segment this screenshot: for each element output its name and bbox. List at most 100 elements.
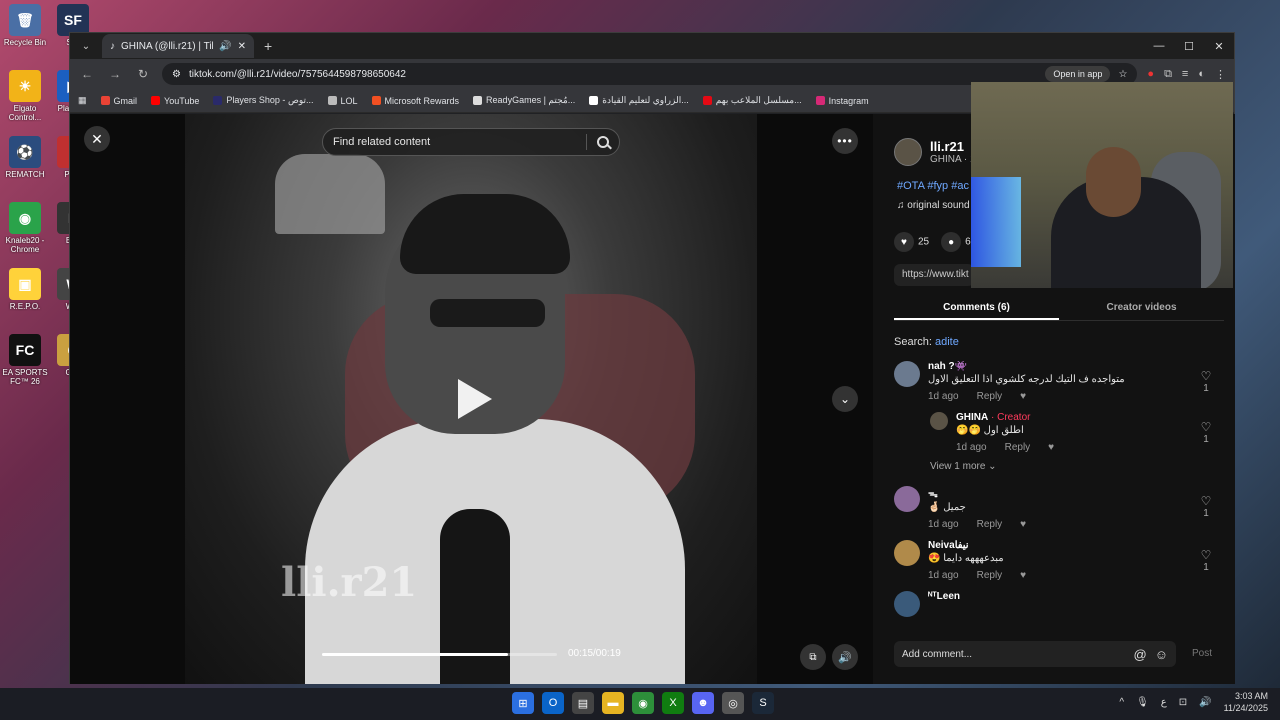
bookmark-item[interactable]: Gmail (100, 96, 137, 106)
tray-chevron-icon[interactable]: ^ (1119, 697, 1124, 708)
desktop-icon-label: R.E.P.O. (9, 302, 41, 311)
desktop-icon[interactable]: 🗑 Recycle Bin (0, 4, 50, 66)
commenter-name[interactable]: ᴺᵀLeen (928, 591, 1219, 602)
speaker-icon[interactable]: 🔊 (1199, 697, 1211, 708)
forward-icon[interactable]: → (106, 67, 124, 81)
microphone-icon[interactable]: 🎙 (1136, 697, 1149, 708)
site-info-icon[interactable]: ⚙ (172, 69, 181, 80)
reply-button[interactable]: Reply (977, 391, 1003, 402)
author-avatar[interactable] (894, 138, 922, 166)
commenter-avatar[interactable] (930, 412, 948, 430)
profile-icon[interactable]: ◐ (1198, 68, 1205, 81)
creator-liked-icon: ♥ (1020, 519, 1027, 530)
bookmark-favicon-icon (702, 96, 712, 105)
hashtags[interactable]: #OTA #fyp #ac (897, 180, 969, 192)
commenter-avatar[interactable] (894, 591, 920, 617)
bookmark-item[interactable]: مسلسل الملاعب بهم... (702, 95, 802, 106)
minimize-icon[interactable]: — (1144, 40, 1174, 53)
add-comment-input[interactable]: Add comment... @ ☺ (894, 641, 1176, 667)
desktop-icon[interactable]: ☀ Elgato Control... (0, 70, 50, 132)
language-indicator[interactable]: ع (1161, 697, 1167, 708)
media-icon[interactable]: ≡ (1182, 68, 1188, 81)
tab-search-icon[interactable]: ⌄ (76, 36, 96, 56)
discord-icon[interactable]: ☻ (692, 692, 714, 714)
extensions-icon[interactable]: ⧉ (1164, 68, 1172, 81)
commenter-name[interactable]: ᯓ (928, 486, 1219, 500)
bookmark-item[interactable]: YouTube (151, 96, 199, 106)
menu-icon[interactable]: ⋮ (1215, 68, 1226, 81)
commenter-avatar[interactable] (894, 361, 920, 387)
mention-icon[interactable]: @ (1134, 647, 1147, 662)
author-info[interactable]: lli.r21 GHINA · 1 (894, 138, 976, 166)
file-explorer-icon[interactable]: ▬ (602, 692, 624, 714)
open-in-app-button[interactable]: Open in app (1045, 66, 1111, 82)
play-icon[interactable] (458, 379, 492, 419)
xbox-icon[interactable]: X (662, 692, 684, 714)
bookmark-item[interactable]: Players Shop - توص... (213, 95, 314, 106)
find-related-search[interactable]: Find related content (322, 128, 620, 156)
bookmark-star-icon[interactable]: ☆ (1118, 69, 1127, 80)
bookmark-label: LOL (340, 95, 358, 106)
bookmark-item[interactable]: Instagram (815, 95, 869, 106)
post-button[interactable]: Post (1192, 648, 1212, 659)
close-tab-icon[interactable]: ✕ (238, 41, 246, 52)
reply-button[interactable]: Reply (977, 519, 1003, 530)
bookmark-item[interactable]: الزراوي لتعليم القيادة... (589, 95, 689, 106)
view-more-replies[interactable]: View 1 more ⌄ (930, 461, 1219, 472)
comment-search-hint[interactable]: Search: adite (894, 336, 959, 348)
video-progress-bar[interactable] (322, 653, 557, 656)
back-icon[interactable]: ← (78, 67, 96, 81)
bookmark-item[interactable]: LOL (327, 95, 358, 106)
comment-like[interactable]: ♡ 1 (1197, 369, 1215, 394)
reload-icon[interactable]: ↻ (134, 67, 152, 81)
comment-stat[interactable]: ● 6 (941, 232, 971, 252)
bookmark-label: Instagram (828, 95, 869, 106)
picture-in-picture-icon[interactable]: ⧉ (800, 644, 826, 670)
chrome-icon[interactable]: ◉ (632, 692, 654, 714)
commenter-name[interactable]: nah ?‏‏👾 (928, 361, 1219, 372)
clock[interactable]: 3:03 AM 11/24/2025 (1224, 690, 1268, 714)
close-window-icon[interactable]: ✕ (1204, 40, 1234, 53)
emoji-icon[interactable]: ☺ (1155, 647, 1168, 662)
search-icon[interactable] (597, 136, 609, 148)
desktop-icon[interactable]: ◉ Knaleb20 - Chrome (0, 202, 50, 264)
desktop-icon-label: EA SPORTS FC™ 26 (2, 368, 48, 386)
reply-button[interactable]: Reply (977, 570, 1003, 581)
desktop-icon[interactable]: ⚽ REMATCH (0, 136, 50, 198)
commenter-name[interactable]: GHINA · Creator (956, 412, 1219, 423)
apps-grid-icon[interactable]: ▦ (78, 95, 87, 106)
outlook-icon[interactable]: O (542, 692, 564, 714)
desktop-icon[interactable]: ▣ R.E.P.O. (0, 268, 50, 330)
bookmark-item[interactable]: ReadyGames | مُجتم... (473, 95, 575, 106)
next-video-chevron-icon[interactable]: ⌄ (832, 386, 858, 412)
video-watermark: lli.r21 (281, 559, 418, 606)
network-icon[interactable]: ⊡ (1179, 697, 1187, 708)
volume-icon[interactable]: 🔊 (832, 644, 858, 670)
copy-link-field[interactable]: https://www.tikt (894, 264, 974, 286)
commenter-avatar[interactable] (894, 540, 920, 566)
desktop-icon[interactable]: FC EA SPORTS FC™ 26 (0, 334, 50, 396)
sound-link[interactable]: ♫ original sound (897, 200, 970, 211)
comment-like[interactable]: ♡ 1 (1197, 420, 1215, 445)
close-video-button[interactable]: ✕ (84, 126, 110, 152)
extension-red-icon[interactable]: ● (1147, 68, 1154, 81)
comment-like[interactable]: ♡ 1 (1197, 494, 1215, 519)
steam-icon[interactable]: S (752, 692, 774, 714)
commenter-name[interactable]: Neivaنيفا (928, 540, 1219, 551)
start-windows-icon[interactable]: ⊞ (512, 692, 534, 714)
new-tab-icon[interactable]: + (264, 38, 272, 54)
tab-creator-videos[interactable]: Creator videos (1059, 293, 1224, 320)
commenter-avatar[interactable] (894, 486, 920, 512)
obs-icon[interactable]: ◎ (722, 692, 744, 714)
like-stat[interactable]: ♥ 25 (894, 232, 929, 252)
tab-comments[interactable]: Comments (6) (894, 293, 1059, 320)
comment-like[interactable]: ♡ 1 (1197, 548, 1215, 573)
more-options-icon[interactable]: ••• (832, 128, 858, 154)
maximize-icon[interactable]: ☐ (1174, 40, 1204, 53)
audio-icon[interactable]: 🔊 (219, 41, 231, 52)
bookmark-item[interactable]: Microsoft Rewards (371, 96, 459, 106)
browser-tab-tiktok[interactable]: ♪ GHINA (@lli.r21) | TikTok 🔊 ✕ (102, 34, 254, 58)
author-username[interactable]: lli.r21 (930, 139, 976, 154)
reply-button[interactable]: Reply (1005, 442, 1031, 453)
store-icon[interactable]: ▤ (572, 692, 594, 714)
